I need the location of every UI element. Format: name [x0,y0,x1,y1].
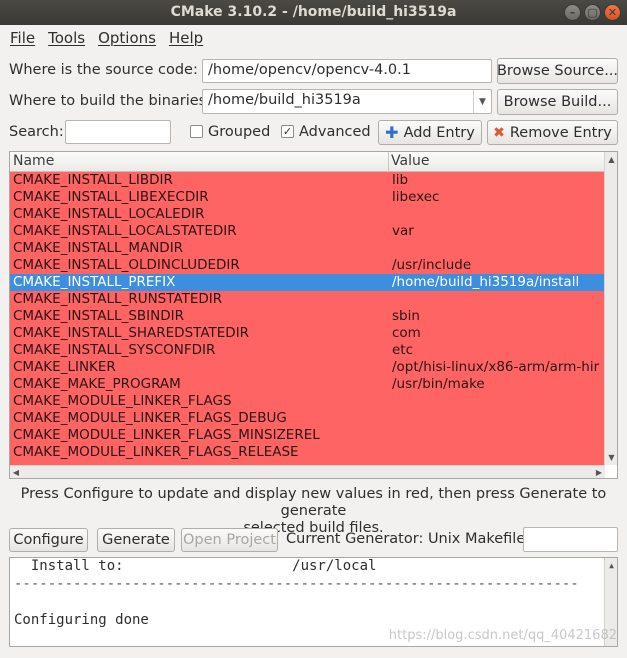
menu-file[interactable]: File [10,29,35,47]
table-row[interactable]: CMAKE_INSTALL_MANDIR [10,240,604,257]
row-value[interactable]: /opt/hisi-linux/x86-arm/arm-hir [392,359,604,375]
table-row[interactable]: CMAKE_MODULE_LINKER_FLAGS_RELEASE [10,444,604,461]
column-value[interactable]: Value [391,153,429,169]
minimize-icon[interactable]: – [564,4,581,21]
table-row[interactable]: CMAKE_MODULE_LINKER_FLAGS_MINSIZEREL [10,427,604,444]
row-name: CMAKE_MODULE_LINKER_FLAGS [13,393,232,409]
advanced-label: Advanced [299,124,371,140]
generator-field[interactable] [523,527,618,552]
grouped-checkbox[interactable] [190,125,203,138]
source-label: Where is the source code: [9,62,198,78]
remove-entry-label: Remove Entry [509,124,612,141]
table-row[interactable]: CMAKE_MODULE_LINKER_FLAGS [10,393,604,410]
horizontal-scrollbar[interactable]: ◀ ▶ [10,465,605,478]
table-row[interactable]: CMAKE_INSTALL_LOCALSTATEDIR var [10,223,604,240]
table-row[interactable]: CMAKE_INSTALL_SYSCONFDIR etc [10,342,604,359]
row-name: CMAKE_MAKE_PROGRAM [13,376,181,392]
scroll-down-icon[interactable]: ▼ [605,451,617,464]
plus-icon: ✚ [385,122,399,142]
remove-icon: ✖ [493,124,505,141]
table-row[interactable]: CMAKE_MAKE_PROGRAM/usr/bin/make [10,376,604,393]
row-name: CMAKE_INSTALL_LOCALSTATEDIR [13,223,237,239]
column-name[interactable]: Name [13,153,54,169]
row-value[interactable]: com [392,325,604,341]
window-controls: – ▢ ✕ [564,4,621,21]
table-row[interactable]: CMAKE_INSTALL_LIBEXECDIR libexec [10,189,604,206]
search-label: Search: [9,124,64,140]
menu-bar: File Tools Options Help [0,25,627,51]
build-combo[interactable]: /home/build_hi3519a ▼ [202,89,492,114]
grouped-label: Grouped [208,124,271,140]
row-name: CMAKE_INSTALL_LIBDIR [13,172,173,188]
close-icon[interactable]: ✕ [604,4,621,21]
chevron-down-icon[interactable]: ▼ [473,90,491,113]
row-value[interactable]: sbin [392,308,604,324]
row-value[interactable]: lib [392,172,604,188]
row-value[interactable]: /usr/bin/make [392,376,604,392]
advanced-checkbox[interactable]: ✓ [281,125,294,138]
row-value[interactable]: /home/build_hi3519a/install [392,274,604,290]
title-bar: CMake 3.10.2 - /home/build_hi3519a – ▢ ✕ [0,0,627,25]
menu-help[interactable]: Help [169,29,203,47]
row-name: CMAKE_INSTALL_MANDIR [13,240,184,256]
row-name: CMAKE_INSTALL_LIBEXECDIR [13,189,209,205]
remove-entry-button[interactable]: ✖ Remove Entry [487,120,618,145]
source-input[interactable]: /home/opencv/opencv-4.0.1 [202,59,492,83]
scroll-up-icon[interactable]: ▲ [605,559,617,572]
scroll-right-icon[interactable]: ▶ [594,466,604,478]
add-entry-button[interactable]: ✚ Add Entry [378,120,482,145]
row-name: CMAKE_INSTALL_SHAREDSTATEDIR [13,325,250,341]
message-line-1: Press Configure to update and display ne… [20,486,607,519]
open-project-button[interactable]: Open Project [181,528,278,552]
row-name: CMAKE_INSTALL_RUNSTATEDIR [13,291,223,307]
window-title: CMake 3.10.2 - /home/build_hi3519a [170,4,457,20]
menu-tools[interactable]: Tools [48,29,85,47]
row-name: CMAKE_MODULE_LINKER_FLAGS_DEBUG [13,410,287,426]
scroll-left-icon[interactable]: ◀ [11,466,21,478]
column-divider[interactable] [388,152,389,172]
table-row[interactable]: CMAKE_INSTALL_LIBDIR lib [10,172,604,189]
output-line: Configuring done [14,612,149,628]
add-entry-label: Add Entry [403,124,475,141]
build-label: Where to build the binaries: [9,93,212,109]
vertical-scrollbar[interactable]: ▲ ▼ [604,152,617,465]
row-value[interactable]: libexec [392,189,604,205]
table-row[interactable]: CMAKE_INSTALL_LOCALEDIR [10,206,604,223]
cache-table: Name Value CMAKE_INSTALL_LIBDIR lib CMAKE_… [9,151,618,479]
row-name: CMAKE_MODULE_LINKER_FLAGS_RELEASE [13,444,299,460]
row-name: CMAKE_INSTALL_SYSCONFDIR [13,342,216,358]
browse-source-button[interactable]: Browse Source... [497,58,618,84]
row-name: CMAKE_INSTALL_LOCALEDIR [13,206,205,222]
generate-button[interactable]: Generate [97,528,175,552]
generator-text: Current Generator: Unix Makefiles [286,531,533,547]
table-row[interactable]: CMAKE_INSTALL_RUNSTATEDIR [10,291,604,308]
table-row[interactable]: CMAKE_INSTALL_SHAREDSTATEDIR com [10,325,604,342]
table-row[interactable]: CMAKE_INSTALL_PREFIX/home/build_hi3519a/… [10,274,604,291]
row-value[interactable]: var [392,223,604,239]
row-name: CMAKE_MODULE_LINKER_FLAGS_MINSIZEREL [13,427,320,443]
configure-button[interactable]: Configure [9,528,88,552]
table-body: CMAKE_INSTALL_LIBDIR lib CMAKE_INSTALL_LIB… [10,172,604,465]
build-value: /home/build_hi3519a [208,92,361,108]
row-value[interactable]: etc [392,342,604,358]
output-line: Install to: /usr/local [14,558,377,574]
row-name: CMAKE_LINKER [13,359,116,375]
row-name: CMAKE_INSTALL_OLDINCLUDEDIR [13,257,240,273]
table-row[interactable]: CMAKE_INSTALL_SBINDIR sbin [10,308,604,325]
table-header: Name Value [10,152,605,172]
output-line: ----------------------------------------… [14,576,579,592]
row-name: CMAKE_INSTALL_PREFIX [13,274,176,290]
maximize-icon[interactable]: ▢ [584,4,601,21]
search-input[interactable] [65,120,171,144]
browse-build-button[interactable]: Browse Build... [497,89,618,115]
scroll-up-icon[interactable]: ▲ [605,153,617,166]
table-row[interactable]: CMAKE_LINKER/opt/hisi-linux/x86-arm/arm-… [10,359,604,376]
table-row[interactable]: CMAKE_MODULE_LINKER_FLAGS_DEBUG [10,410,604,427]
row-value[interactable]: /usr/include [392,257,604,273]
menu-options[interactable]: Options [98,29,156,47]
watermark: https://blog.csdn.net/qq_40421682 [388,628,617,643]
row-name: CMAKE_INSTALL_SBINDIR [13,308,184,324]
table-row[interactable]: CMAKE_INSTALL_OLDINCLUDEDIR/usr/include [10,257,604,274]
